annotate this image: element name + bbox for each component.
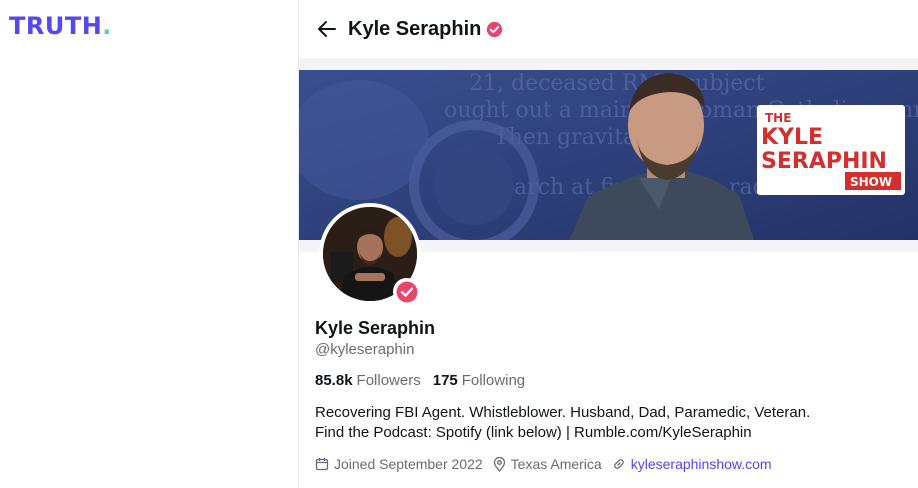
joined-text: Joined September 2022 (334, 456, 483, 472)
profile-name: Kyle Seraphin (315, 318, 436, 338)
back-button[interactable] (316, 18, 338, 40)
followers-count: 85.8k (315, 372, 353, 389)
verified-badge-icon (486, 21, 503, 38)
logo-text: TRUTH (9, 12, 103, 40)
link-icon (613, 459, 624, 469)
joined-date: Joined September 2022 (315, 456, 483, 472)
show-logo-line2: KYLE (761, 125, 823, 150)
truth-logo[interactable]: TRUTH. (9, 12, 112, 40)
profile-bio: Recovering FBI Agent. Whistleblower. Hus… (315, 403, 895, 443)
calendar-icon (315, 458, 329, 471)
following-label: Following (461, 372, 526, 389)
show-logo-line4: SHOW (850, 175, 892, 189)
profile-meta: Joined September 2022 Texas America kyle… (315, 456, 782, 472)
profile-handle: @kyleseraphin (315, 341, 415, 358)
followers-label: Followers (356, 372, 421, 389)
show-logo-line1: THE (765, 111, 791, 125)
location-text: Texas America (510, 456, 602, 472)
location: Texas America (493, 456, 602, 472)
profile-stats: 85.8k Followers 175 Following (315, 372, 525, 389)
show-logo: THE KYLE SERAPHIN SHOW (757, 105, 905, 195)
arrow-left-icon (318, 21, 336, 37)
bio-line-2: Find the Podcast: Spotify (link below) |… (315, 424, 752, 441)
header-title: Kyle Seraphin (348, 17, 482, 40)
left-sidebar: TRUTH. (0, 0, 298, 488)
following-count: 175 (432, 372, 458, 389)
bio-line-1: Recovering FBI Agent. Whistleblower. Hus… (315, 404, 811, 421)
location-pin-icon (493, 456, 505, 472)
profile-header: Kyle Seraphin (299, 0, 918, 58)
website-link[interactable]: kyleseraphinshow.com (631, 456, 772, 472)
banner-bg-text-1: 21, deceased RMV subject (469, 71, 765, 96)
avatar-verified-badge (393, 278, 420, 305)
verified-badge-icon (396, 281, 417, 302)
logo-dot: . (102, 12, 112, 40)
website[interactable]: kyleseraphinshow.com (612, 456, 772, 472)
header-spacer (299, 58, 918, 70)
show-logo-line3: SERAPHIN (761, 149, 887, 174)
followers-link[interactable]: 85.8k Followers (315, 372, 421, 389)
profile-page: TRUTH. Kyle Seraphin 21, deceased RMV su… (0, 0, 918, 488)
following-link[interactable]: 175 Following (433, 372, 525, 389)
